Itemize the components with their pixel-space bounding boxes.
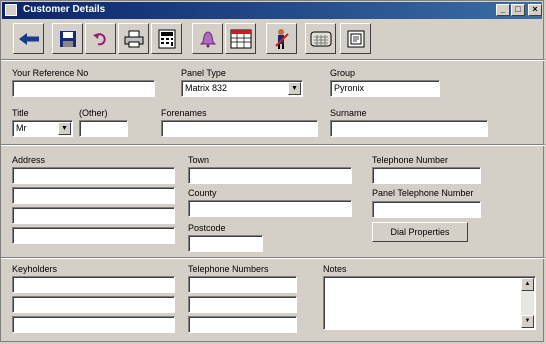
notes-label: Notes <box>323 264 347 274</box>
dial-properties-button[interactable]: Dial Properties <box>372 222 468 242</box>
scroll-down-icon[interactable]: ▼ <box>521 315 534 328</box>
save-button[interactable] <box>52 23 83 54</box>
print-button[interactable] <box>118 23 149 54</box>
calculator-button[interactable] <box>151 23 182 54</box>
address-label: Address <box>12 155 46 165</box>
forenames-input[interactable] <box>161 120 318 137</box>
group-label: Group <box>330 68 356 78</box>
person-button[interactable] <box>266 23 297 54</box>
telephone-numbers-label: Telephone Numbers <box>188 264 269 274</box>
county-label: County <box>188 188 217 198</box>
other-title-label: (Other) <box>79 108 108 118</box>
panel-type-select[interactable]: Matrix 832 ▼ <box>181 80 303 97</box>
surname-label: Surname <box>330 108 367 118</box>
toolbar-separator <box>1 59 545 61</box>
title-label: Title <box>12 108 29 118</box>
spreadsheet-icon <box>230 29 251 48</box>
chevron-down-icon[interactable]: ▼ <box>288 82 301 95</box>
keyholder-phone-2-input[interactable] <box>188 296 297 313</box>
undo-icon <box>92 32 106 45</box>
title-select[interactable]: Mr ▼ <box>12 120 73 137</box>
keyholder-phone-1-input[interactable] <box>188 276 297 293</box>
section-separator <box>1 144 545 146</box>
address-line-2-input[interactable] <box>12 187 175 204</box>
toolbar <box>2 21 542 59</box>
telephone-number-input[interactable] <box>372 167 481 184</box>
panel-type-label: Panel Type <box>181 68 226 78</box>
keyholder-1-input[interactable] <box>12 276 175 293</box>
postcode-label: Postcode <box>188 223 226 233</box>
window-title: Customer Details <box>23 4 106 15</box>
customer-details-window: Customer Details _ □ × Your Reference No… <box>0 0 545 342</box>
telephone-number-label: Telephone Number <box>372 155 449 165</box>
back-arrow-icon <box>18 32 39 45</box>
panel-telephone-label: Panel Telephone Number <box>372 188 474 198</box>
scroll-up-icon[interactable]: ▲ <box>521 278 534 291</box>
address-line-1-input[interactable] <box>12 167 175 184</box>
keyholder-3-input[interactable] <box>12 316 175 333</box>
panel-type-value: Matrix 832 <box>185 83 228 93</box>
minimize-button[interactable]: _ <box>496 4 510 16</box>
your-reference-input[interactable] <box>12 80 155 97</box>
keyholder-2-input[interactable] <box>12 296 175 313</box>
title-bar[interactable]: Customer Details _ □ × <box>2 2 542 19</box>
document-button[interactable] <box>340 23 371 54</box>
chevron-down-icon[interactable]: ▼ <box>58 122 71 135</box>
calculator-icon <box>158 29 175 48</box>
county-input[interactable] <box>188 200 352 217</box>
back-button[interactable] <box>13 23 44 54</box>
schedule-button[interactable] <box>225 23 256 54</box>
undo-button[interactable] <box>85 23 116 54</box>
person-icon <box>274 28 289 49</box>
notes-textarea[interactable]: ▲ ▼ <box>323 276 536 330</box>
keyholder-phone-3-input[interactable] <box>188 316 297 333</box>
document-icon <box>347 30 364 47</box>
section-separator <box>1 257 545 259</box>
keypad-icon <box>310 31 331 46</box>
surname-input[interactable] <box>330 120 488 137</box>
panel-telephone-input[interactable] <box>372 201 481 218</box>
close-button[interactable]: × <box>528 4 542 16</box>
keyholders-label: Keyholders <box>12 264 58 274</box>
address-line-3-input[interactable] <box>12 207 175 224</box>
group-input[interactable]: Pyronix <box>330 80 440 97</box>
bell-icon <box>199 30 216 47</box>
printer-icon <box>124 30 143 47</box>
title-value: Mr <box>16 123 27 133</box>
forenames-label: Forenames <box>161 108 207 118</box>
alarm-bell-button[interactable] <box>192 23 223 54</box>
keypad-button[interactable] <box>305 23 336 54</box>
notes-scrollbar[interactable]: ▲ ▼ <box>521 278 534 328</box>
app-icon <box>5 4 17 16</box>
save-disk-icon <box>59 30 76 47</box>
postcode-input[interactable] <box>188 235 263 252</box>
town-label: Town <box>188 155 210 165</box>
town-input[interactable] <box>188 167 352 184</box>
maximize-button[interactable]: □ <box>511 4 525 16</box>
address-line-4-input[interactable] <box>12 227 175 244</box>
your-reference-label: Your Reference No <box>12 68 89 78</box>
other-title-input[interactable] <box>79 120 128 137</box>
